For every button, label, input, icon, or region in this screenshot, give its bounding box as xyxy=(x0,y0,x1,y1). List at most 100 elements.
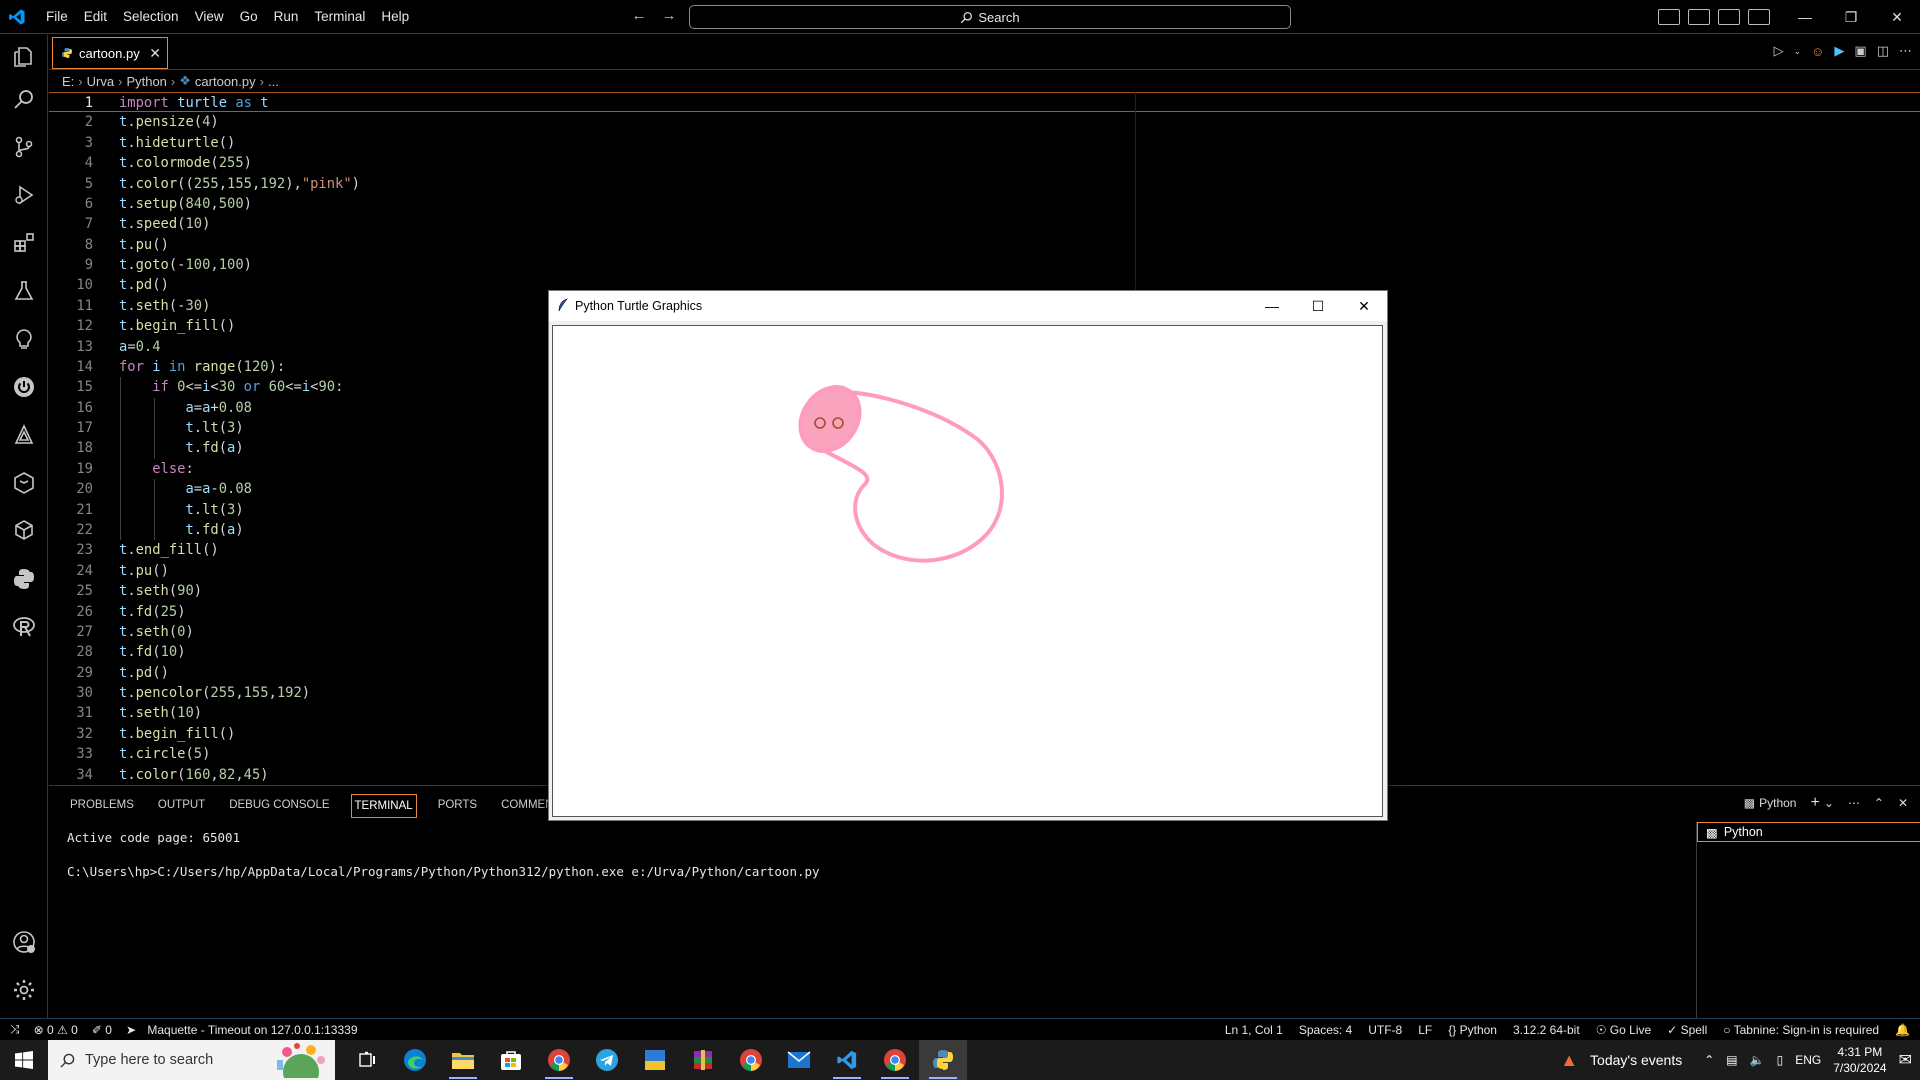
menu-help[interactable]: Help xyxy=(373,0,417,34)
system-clock[interactable]: 4:31 PM 7/30/2024 xyxy=(1833,1044,1886,1076)
mail-icon[interactable] xyxy=(775,1040,823,1080)
battery-icon[interactable]: ▯ xyxy=(1777,1053,1784,1067)
notification-center-icon[interactable]: ✉ xyxy=(1899,1050,1912,1070)
run-dropdown-chevron-icon[interactable]: ⌄ xyxy=(1794,46,1802,57)
restore-icon[interactable]: ❐ xyxy=(1828,0,1874,34)
power-icon[interactable] xyxy=(12,375,36,399)
menu-go[interactable]: Go xyxy=(232,0,266,34)
menu-terminal[interactable]: Terminal xyxy=(306,0,373,34)
line-ending[interactable]: LF xyxy=(1418,1023,1432,1037)
minimize-icon[interactable]: — xyxy=(1249,291,1295,321)
go-live-button[interactable]: ☉ Go Live xyxy=(1596,1023,1651,1037)
back-arrow-icon[interactable]: ← xyxy=(628,7,650,24)
language-indicator[interactable]: ENG xyxy=(1795,1053,1821,1067)
python-interpreter[interactable]: 3.12.2 64-bit xyxy=(1513,1023,1580,1037)
network-icon[interactable]: ▤ xyxy=(1726,1053,1737,1067)
explorer-icon[interactable] xyxy=(12,45,36,69)
close-icon[interactable]: ✕ xyxy=(1341,291,1387,321)
cursor-position[interactable]: Ln 1, Col 1 xyxy=(1225,1023,1283,1037)
minimize-icon[interactable]: — xyxy=(1782,0,1828,34)
terminal-dropdown-chevron-icon[interactable]: ⌄ xyxy=(1824,796,1834,810)
cube-icon[interactable] xyxy=(12,471,36,495)
maquette-status[interactable]: ➤ Maquette - Timeout on 127.0.0.1:13339 xyxy=(126,1023,358,1037)
split-editor-icon[interactable]: ◫ xyxy=(1877,43,1889,59)
deploy-icon[interactable] xyxy=(12,423,36,447)
chrome-profile-icon[interactable] xyxy=(727,1040,775,1080)
maximize-panel-chevron-up-icon[interactable]: ⌃ xyxy=(1874,796,1884,810)
menu-view[interactable]: View xyxy=(187,0,232,34)
close-icon[interactable]: ✕ xyxy=(1874,0,1920,34)
code-line[interactable]: 9 t.goto(-100,100) xyxy=(49,255,1920,275)
code-line[interactable]: 8 t.pu() xyxy=(49,235,1920,255)
blue-app-icon[interactable] xyxy=(631,1040,679,1080)
tab-ports[interactable]: PORTS xyxy=(435,794,480,818)
remote-explorer-icon[interactable] xyxy=(12,327,36,351)
turtle-window-titlebar[interactable]: Python Turtle Graphics — ☐ ✕ xyxy=(549,291,1387,321)
close-panel-icon[interactable]: ✕ xyxy=(1898,796,1908,810)
copilot-icon[interactable]: ☺ xyxy=(1811,44,1824,59)
task-view-icon[interactable] xyxy=(343,1040,391,1080)
forward-arrow-icon[interactable]: → xyxy=(658,7,680,24)
toggle-secondary-sidebar-icon[interactable] xyxy=(1718,9,1740,25)
code-line[interactable]: 2 t.pensize(4) xyxy=(49,112,1920,132)
turtle-canvas[interactable] xyxy=(552,325,1383,817)
weather-flame-icon[interactable]: ▲ xyxy=(1560,1050,1578,1071)
code-line[interactable]: 5 t.color((255,155,192),"pink") xyxy=(49,174,1920,194)
chrome-running-icon[interactable] xyxy=(871,1040,919,1080)
tab-problems[interactable]: PROBLEMS xyxy=(67,794,137,818)
python-turtle-graphics-window[interactable]: Python Turtle Graphics — ☐ ✕ xyxy=(548,290,1388,821)
settings-gear-icon[interactable] xyxy=(12,978,36,1002)
indentation[interactable]: Spaces: 4 xyxy=(1299,1023,1352,1037)
tab-cartoon-py[interactable]: cartoon.py ✕ xyxy=(52,37,168,69)
problems-status[interactable]: ⊗ 0 ⚠ 0 xyxy=(34,1023,78,1037)
code-line[interactable]: 4 t.colormode(255) xyxy=(49,153,1920,173)
menu-run[interactable]: Run xyxy=(266,0,307,34)
command-center-search[interactable]: Search xyxy=(689,5,1291,29)
code-line[interactable]: 6 t.setup(840,500) xyxy=(49,194,1920,214)
code-line[interactable]: 3 t.hideturtle() xyxy=(49,133,1920,153)
breadcrumb-folder-python[interactable]: Python xyxy=(126,74,166,89)
run-debug-icon[interactable] xyxy=(12,183,36,207)
extensions-icon[interactable] xyxy=(12,231,36,255)
run-python-file-icon[interactable]: ▷ xyxy=(1774,43,1784,59)
source-control-icon[interactable] xyxy=(12,135,36,159)
file-explorer-icon[interactable] xyxy=(439,1040,487,1080)
toggle-panel-icon[interactable] xyxy=(1688,9,1710,25)
breadcrumb-file[interactable]: cartoon.py xyxy=(195,74,256,89)
volume-icon[interactable]: 🔈 xyxy=(1750,1053,1765,1067)
remote-indicator-icon[interactable]: ⤨ xyxy=(10,1022,20,1037)
taskbar-search-box[interactable]: Type here to search xyxy=(48,1040,335,1080)
terminal-profile-label[interactable]: Python xyxy=(1759,796,1796,810)
toggle-primary-sidebar-icon[interactable] xyxy=(1658,9,1680,25)
terminal-list-item-python[interactable]: ▩ Python xyxy=(1697,822,1920,842)
r-language-icon[interactable] xyxy=(12,615,36,639)
package-icon[interactable] xyxy=(12,519,36,543)
ports-status[interactable]: ✐ 0 xyxy=(92,1023,112,1037)
python-turtle-taskbar-icon[interactable] xyxy=(919,1040,967,1080)
tab-debug-console[interactable]: DEBUG CONSOLE xyxy=(226,794,332,818)
telegram-icon[interactable] xyxy=(583,1040,631,1080)
more-actions-icon[interactable]: ⋯ xyxy=(1848,796,1860,810)
tab-output[interactable]: OUTPUT xyxy=(155,794,208,818)
python-icon[interactable] xyxy=(12,567,36,591)
menu-edit[interactable]: Edit xyxy=(76,0,115,34)
microsoft-store-icon[interactable] xyxy=(487,1040,535,1080)
code-line[interactable]: 7 t.speed(10) xyxy=(49,214,1920,234)
tabnine-status[interactable]: ○ Tabnine: Sign-in is required xyxy=(1723,1023,1879,1037)
winrar-icon[interactable] xyxy=(679,1040,727,1080)
menu-file[interactable]: File xyxy=(38,0,76,34)
breadcrumb-symbols[interactable]: ... xyxy=(268,74,279,89)
accounts-icon[interactable] xyxy=(12,930,36,954)
spell-check-status[interactable]: ✓ Spell xyxy=(1667,1023,1707,1037)
today-events-label[interactable]: Today's events xyxy=(1590,1052,1682,1068)
vscode-taskbar-icon[interactable] xyxy=(823,1040,871,1080)
windows-start-icon[interactable] xyxy=(0,1040,48,1080)
search-icon[interactable] xyxy=(12,87,36,111)
preview-icon[interactable]: ▶ xyxy=(1834,43,1844,59)
customize-layout-icon[interactable] xyxy=(1748,9,1770,25)
tab-close-icon[interactable]: ✕ xyxy=(149,45,161,62)
breadcrumb-folder-urva[interactable]: Urva xyxy=(87,74,114,89)
code-line[interactable]: 1 import turtle as t xyxy=(49,92,1920,112)
language-mode[interactable]: {} Python xyxy=(1448,1023,1497,1037)
new-terminal-plus-icon[interactable]: + xyxy=(1810,794,1819,812)
